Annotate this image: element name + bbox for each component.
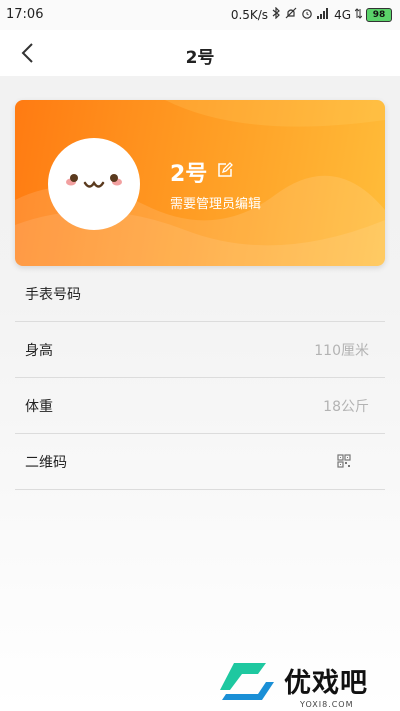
qr-code-icon[interactable] xyxy=(337,453,351,472)
height-row[interactable]: 身高 110厘米 xyxy=(15,322,385,378)
cute-face-icon xyxy=(66,174,122,188)
weight-row[interactable]: 体重 18公斤 xyxy=(15,378,385,434)
row-value: 110厘米 xyxy=(314,343,369,359)
edit-icon[interactable] xyxy=(217,162,233,182)
qr-code-row[interactable]: 二维码 xyxy=(15,434,385,490)
network-speed: 0.5K/s xyxy=(230,7,269,22)
watch-number-row[interactable]: 手表号码 xyxy=(15,266,385,322)
wifi-arrows-icon xyxy=(354,7,363,22)
profile-card: 2号 需要管理员编辑 xyxy=(15,100,385,266)
row-label: 身高 xyxy=(25,343,53,359)
bluetooth-icon xyxy=(272,6,281,22)
status-indicators: 0.5K/s 4G 98 xyxy=(230,6,392,22)
nav-bar: 2号 xyxy=(0,30,400,76)
battery-indicator: 98 xyxy=(366,7,392,22)
row-value: 18公斤 xyxy=(323,399,369,415)
watermark-text: 优戏吧 xyxy=(284,668,368,699)
alarm-icon xyxy=(301,7,313,22)
row-label: 体重 xyxy=(25,399,53,415)
signal-icon xyxy=(317,7,330,22)
mute-icon xyxy=(285,7,297,22)
settings-list: 手表号码 身高 110厘米 体重 18公斤 二维码 xyxy=(15,266,385,490)
row-label: 二维码 xyxy=(25,455,67,471)
device-name: 2号 xyxy=(170,162,208,187)
network-type: 4G xyxy=(334,7,351,22)
status-time: 17:06 xyxy=(6,7,44,22)
admin-edit-note: 需要管理员编辑 xyxy=(170,197,262,212)
row-label: 手表号码 xyxy=(25,287,81,303)
avatar[interactable] xyxy=(48,138,140,230)
watermark-logo xyxy=(220,663,274,700)
watermark-url: YOXI8.COM xyxy=(300,700,354,709)
status-bar: 17:06 0.5K/s 4G 98 xyxy=(0,0,400,30)
page-title: 2号 xyxy=(185,48,215,68)
